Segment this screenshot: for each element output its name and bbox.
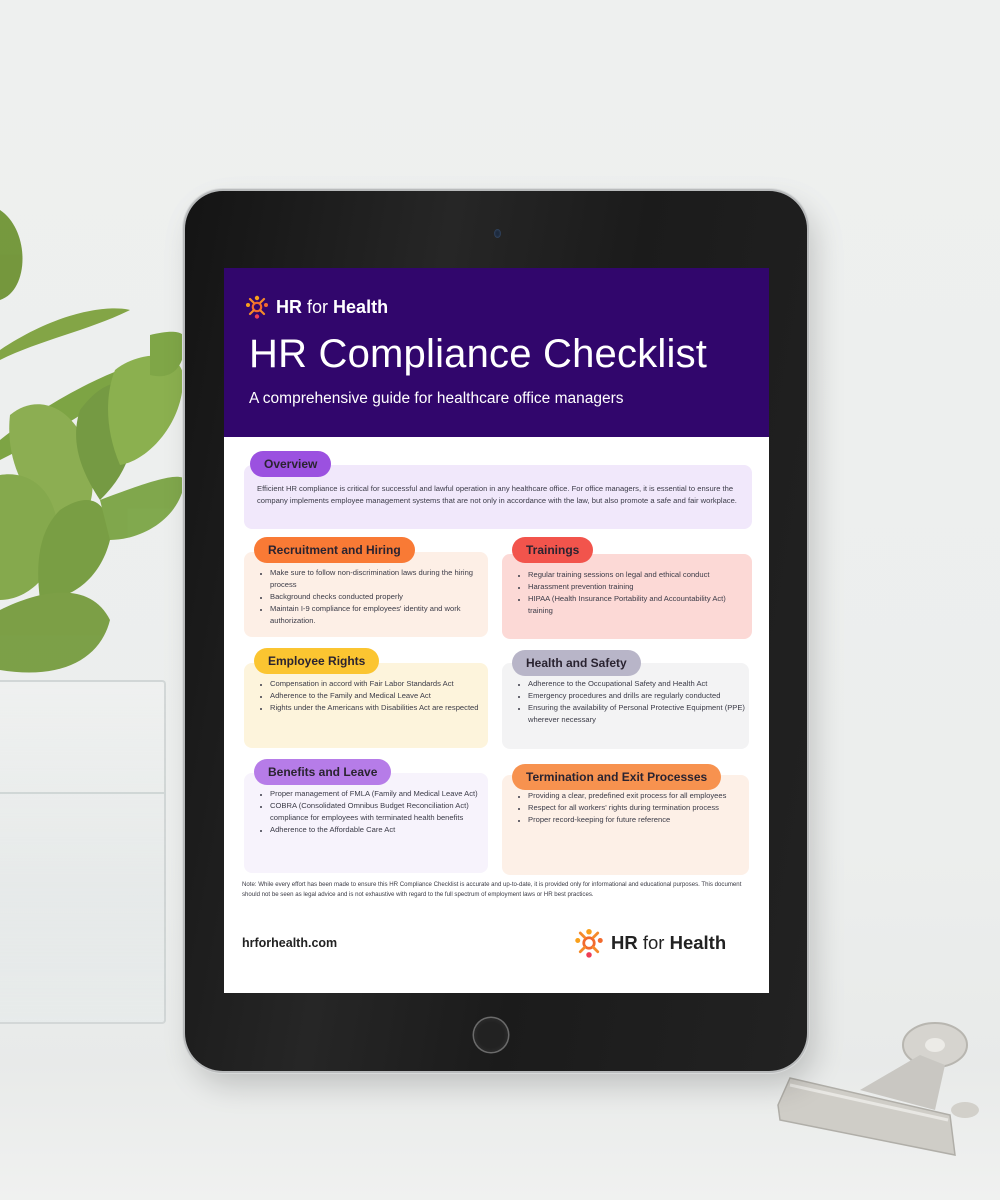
document-header: HR for Health HR Compliance Checklist A … bbox=[224, 268, 769, 437]
checklist-item: Background checks conducted properly bbox=[270, 591, 488, 603]
checklist-item: Regular training sessions on legal and e… bbox=[528, 569, 752, 581]
checklist-item: Make sure to follow non-discrimination l… bbox=[270, 567, 488, 591]
sunburst-people-logo-icon bbox=[575, 929, 603, 958]
checklist-item: Maintain I-9 compliance for employees' i… bbox=[270, 603, 488, 627]
section-label-trainings: Trainings bbox=[512, 537, 594, 563]
tablet-screen: HR for Health HR Compliance Checklist A … bbox=[224, 268, 769, 993]
section-label-health-and-safety: Health and Safety bbox=[512, 650, 641, 676]
website-link[interactable]: hrforhealth.com bbox=[242, 936, 337, 950]
checklist: Proper management of FMLA (Family and Me… bbox=[244, 788, 488, 836]
section-label-termination-and-exit-processes: Termination and Exit Processes bbox=[512, 764, 722, 790]
checklist-item: Harassment prevention training bbox=[528, 581, 752, 593]
disclaimer-note: Note: While every effort has been made t… bbox=[242, 881, 742, 898]
brand-name: HR for Health bbox=[276, 296, 389, 317]
checklist-item: COBRA (Consolidated Omnibus Budget Recon… bbox=[270, 800, 488, 824]
tablet-device: HR for Health HR Compliance Checklist A … bbox=[185, 191, 807, 1071]
overview-label: Overview bbox=[250, 451, 332, 477]
checklist-item: Compensation in accord with Fair Labor S… bbox=[270, 678, 488, 690]
checklist-item: Rights under the Americans with Disabili… bbox=[270, 702, 488, 714]
section-card-termination-and-exit-processes: Providing a clear, predefined exit proce… bbox=[502, 775, 749, 875]
checklist-item: HIPAA (Health Insurance Portability and … bbox=[528, 593, 752, 617]
checklist-item: Emergency procedures and drills are regu… bbox=[528, 690, 749, 702]
checklist-item: Adherence to the Family and Medical Leav… bbox=[270, 690, 488, 702]
checklist: Make sure to follow non-discrimination l… bbox=[244, 567, 488, 627]
checklist: Compensation in accord with Fair Labor S… bbox=[244, 678, 488, 714]
section-label-benefits-and-leave: Benefits and Leave bbox=[254, 759, 392, 785]
checklist-item: Proper record-keeping for future referen… bbox=[528, 814, 749, 826]
glass-vase bbox=[0, 680, 166, 1024]
checklist-item: Adherence to the Affordable Care Act bbox=[270, 824, 488, 836]
page-subtitle: A comprehensive guide for healthcare off… bbox=[249, 390, 624, 407]
section-card-benefits-and-leave: Proper management of FMLA (Family and Me… bbox=[244, 773, 488, 873]
section-card-trainings: Regular training sessions on legal and e… bbox=[502, 554, 752, 639]
brand-logo-bottom: HR for Health bbox=[574, 928, 726, 958]
checklist-item: Providing a clear, predefined exit proce… bbox=[528, 790, 749, 802]
brand-logo-top: HR for Health bbox=[245, 295, 388, 319]
home-button[interactable] bbox=[474, 1018, 508, 1052]
overview-text: Efficient HR compliance is critical for … bbox=[257, 484, 737, 505]
checklist-item: Proper management of FMLA (Family and Me… bbox=[270, 788, 488, 800]
section-card-recruitment-and-hiring: Make sure to follow non-discrimination l… bbox=[244, 552, 488, 637]
water-line bbox=[0, 792, 164, 794]
brand-name: HR for Health bbox=[611, 932, 727, 953]
section-card-employee-rights: Compensation in accord with Fair Labor S… bbox=[244, 663, 488, 748]
camera-icon bbox=[494, 229, 501, 238]
sunburst-people-logo-icon bbox=[246, 295, 268, 319]
checklist-item: Respect for all workers' rights during t… bbox=[528, 802, 749, 814]
checklist-item: Ensuring the availability of Personal Pr… bbox=[528, 702, 749, 726]
page-title: HR Compliance Checklist bbox=[249, 332, 708, 376]
section-label-recruitment-and-hiring: Recruitment and Hiring bbox=[254, 537, 415, 563]
section-label-employee-rights: Employee Rights bbox=[254, 648, 380, 674]
checklist-item: Adherence to the Occupational Safety and… bbox=[528, 678, 749, 690]
checklist: Regular training sessions on legal and e… bbox=[502, 569, 752, 617]
leaf bbox=[0, 210, 185, 673]
checklist: Providing a clear, predefined exit proce… bbox=[502, 790, 749, 826]
checklist: Adherence to the Occupational Safety and… bbox=[502, 678, 749, 726]
